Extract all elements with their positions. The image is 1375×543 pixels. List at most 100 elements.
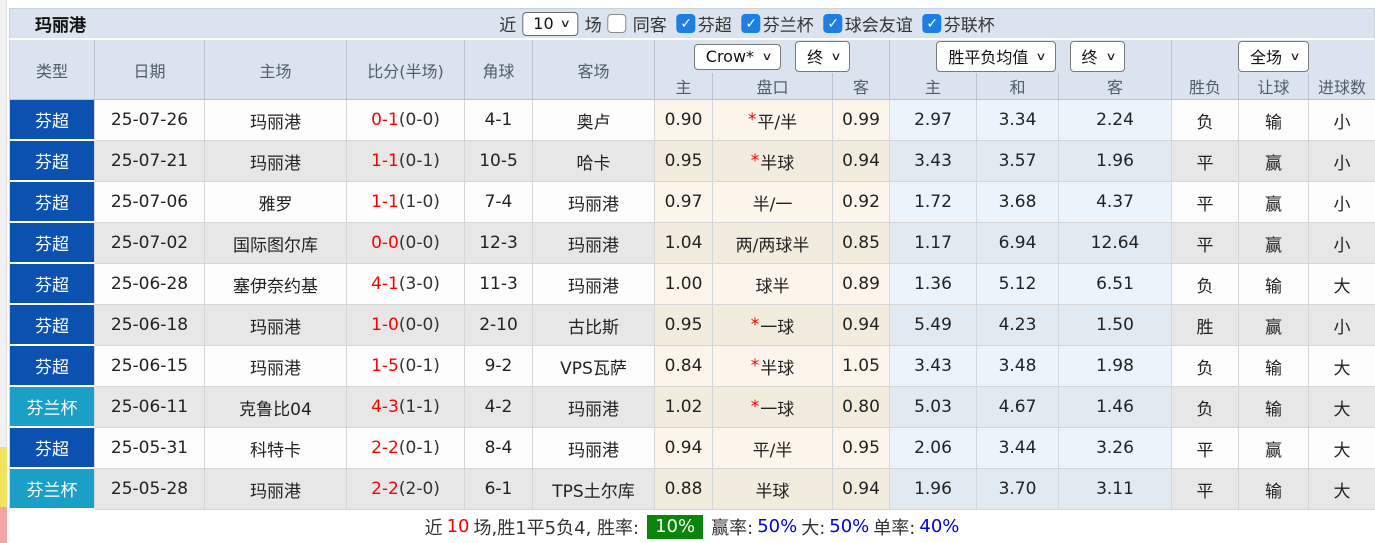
cell-goals-result: 大 — [1309, 469, 1375, 510]
table-row: 芬兰杯 25-05-28 玛丽港 2-2 (2-0) 6-1 TPS土尔库 0.88 半球 0.9… — [9, 469, 1375, 510]
cell-odds-home: 1.04 — [655, 223, 713, 264]
cell-result: 平 — [1172, 223, 1239, 264]
cell-corners: 6-1 — [465, 469, 533, 510]
cell-goals-result: 小 — [1309, 100, 1375, 141]
odds-time-select[interactable]: 终 ∨ — [795, 41, 851, 72]
league-checkbox-finleague[interactable]: ✓ — [922, 14, 942, 33]
cell-date: 25-06-28 — [95, 264, 205, 305]
cell-avg-away: 1.50 — [1059, 305, 1172, 346]
cell-handicap: 两/两球半 — [713, 223, 833, 264]
cell-odds-away: 0.94 — [833, 469, 890, 510]
cell-avg-draw: 3.68 — [977, 182, 1059, 223]
cell-league-type: 芬超 — [10, 305, 95, 346]
cell-odds-away: 0.89 — [833, 264, 890, 305]
cell-odds-away: 1.05 — [833, 346, 890, 387]
cell-avg-home: 3.43 — [890, 346, 977, 387]
header-handicap-result: 让球 — [1239, 73, 1309, 100]
stat3-value: 40% — [919, 516, 960, 537]
cell-handicap: 半/一 — [713, 182, 833, 223]
cell-odds-away: 0.92 — [833, 182, 890, 223]
cell-league-type: 芬超 — [10, 100, 95, 141]
cell-score: 1-1 (1-0) — [347, 182, 465, 223]
cell-away-team: 古比斯 — [533, 305, 655, 346]
header-avg-home: 主 — [890, 73, 977, 100]
cell-corners: 4-1 — [465, 100, 533, 141]
header-date: 日期 — [95, 40, 205, 100]
cell-away-team: 奥卢 — [533, 100, 655, 141]
header-home: 主场 — [205, 40, 347, 100]
top-bar: 玛丽港 近 10 ∨ 场 同客 ✓ 芬超 ✓ 芬兰杯 ✓ 球会友谊 ✓ 芬联杯 — [9, 8, 1375, 40]
cell-handicap-result: 赢 — [1239, 182, 1309, 223]
cell-home-team: 雅罗 — [205, 182, 347, 223]
cell-avg-draw: 3.34 — [977, 100, 1059, 141]
cell-home-team: 科特卡 — [205, 428, 347, 469]
cell-handicap: * 一球 — [713, 305, 833, 346]
cell-away-team: 玛丽港 — [533, 223, 655, 264]
header-type: 类型 — [10, 40, 95, 100]
cell-home-team: 玛丽港 — [205, 100, 347, 141]
cell-handicap: 球半 — [713, 264, 833, 305]
chevron-down-icon: ∨ — [1035, 49, 1048, 63]
league-filter-item: ✓ 球会友谊 — [823, 11, 913, 36]
cell-odds-home: 0.88 — [655, 469, 713, 510]
cell-league-type: 芬兰杯 — [10, 387, 95, 428]
cell-avg-home: 2.97 — [890, 100, 977, 141]
cell-odds-home: 0.90 — [655, 100, 713, 141]
cell-home-team: 玛丽港 — [205, 141, 347, 182]
recent-label: 近 — [499, 16, 517, 36]
table-row: 芬超 25-05-31 科特卡 2-2 (0-1) 8-4 玛丽港 0.94 平/半 0.95 2.… — [9, 428, 1375, 469]
cell-away-team: 玛丽港 — [533, 264, 655, 305]
league-checkbox-friendly[interactable]: ✓ — [823, 14, 843, 33]
cell-avg-home: 5.03 — [890, 387, 977, 428]
cell-odds-home: 1.02 — [655, 387, 713, 428]
cell-league-type: 芬兰杯 — [10, 469, 95, 510]
cell-avg-draw: 3.48 — [977, 346, 1059, 387]
header-corners: 角球 — [465, 40, 533, 100]
cell-score: 1-0 (0-0) — [347, 305, 465, 346]
table-row: 芬超 25-07-06 雅罗 1-1 (1-0) 7-4 玛丽港 0.97 半/一 0.92 1.7… — [9, 182, 1375, 223]
cell-avg-away: 1.98 — [1059, 346, 1172, 387]
cell-avg-draw: 3.57 — [977, 141, 1059, 182]
recent-count-select[interactable]: 10 ∨ — [522, 11, 579, 36]
chevron-down-icon: ∨ — [830, 49, 842, 63]
cell-avg-draw: 4.23 — [977, 305, 1059, 346]
stat1-label: 赢率: — [711, 517, 754, 539]
cell-avg-draw: 3.44 — [977, 428, 1059, 469]
scope-select[interactable]: 全场 ∨ — [1237, 41, 1310, 72]
bookmaker-select-value: Crow* — [705, 46, 755, 66]
cell-avg-away: 12.64 — [1059, 223, 1172, 264]
avg-type-select-value: 胜平负均值 — [948, 48, 1029, 67]
filter-controls: 近 10 ∨ 场 同客 ✓ 芬超 ✓ 芬兰杯 ✓ 球会友谊 ✓ 芬联杯 — [499, 11, 995, 36]
cell-handicap: * 平/半 — [713, 100, 833, 141]
table-row: 芬超 25-07-02 国际图尔库 0-0 (0-0) 12-3 玛丽港 1.04 两/两球半 0… — [9, 223, 1375, 264]
cell-avg-away: 2.24 — [1059, 100, 1172, 141]
cell-score: 0-0 (0-0) — [347, 223, 465, 264]
avg-type-select[interactable]: 胜平负均值 ∨ — [936, 41, 1056, 72]
cell-league-type: 芬超 — [10, 346, 95, 387]
cell-odds-home: 0.84 — [655, 346, 713, 387]
cell-handicap-result: 赢 — [1239, 141, 1309, 182]
cell-result: 平 — [1172, 141, 1239, 182]
cell-goals-result: 大 — [1309, 346, 1375, 387]
cell-corners: 12-3 — [465, 223, 533, 264]
bookmaker-select[interactable]: Crow* ∨ — [693, 43, 782, 70]
league-checkbox-fincup1[interactable]: ✓ — [741, 14, 761, 33]
table-row: 芬兰杯 25-06-11 克鲁比04 4-3 (1-1) 4-2 玛丽港 1.02 * 一球 0.8… — [9, 387, 1375, 428]
cell-handicap-result: 输 — [1239, 264, 1309, 305]
cell-avg-away: 3.11 — [1059, 469, 1172, 510]
same-venue-checkbox[interactable] — [607, 14, 627, 33]
cell-home-team: 玛丽港 — [205, 305, 347, 346]
header-odds-home: 主 — [655, 73, 713, 100]
recent-count-value: 10 — [533, 13, 554, 33]
cell-result: 负 — [1172, 346, 1239, 387]
cell-league-type: 芬超 — [10, 223, 95, 264]
cell-odds-away: 0.94 — [833, 141, 890, 182]
avg-time-select[interactable]: 终 ∨ — [1069, 41, 1125, 72]
cell-goals-result: 大 — [1309, 264, 1375, 305]
cell-avg-away: 1.46 — [1059, 387, 1172, 428]
cell-home-team: 国际图尔库 — [205, 223, 347, 264]
summary-record: 场,胜1平5负4, 胜率: — [473, 517, 640, 539]
league-checkbox-fincup0[interactable]: ✓ — [676, 14, 696, 33]
cell-corners: 8-4 — [465, 428, 533, 469]
header-away: 客场 — [533, 40, 655, 100]
